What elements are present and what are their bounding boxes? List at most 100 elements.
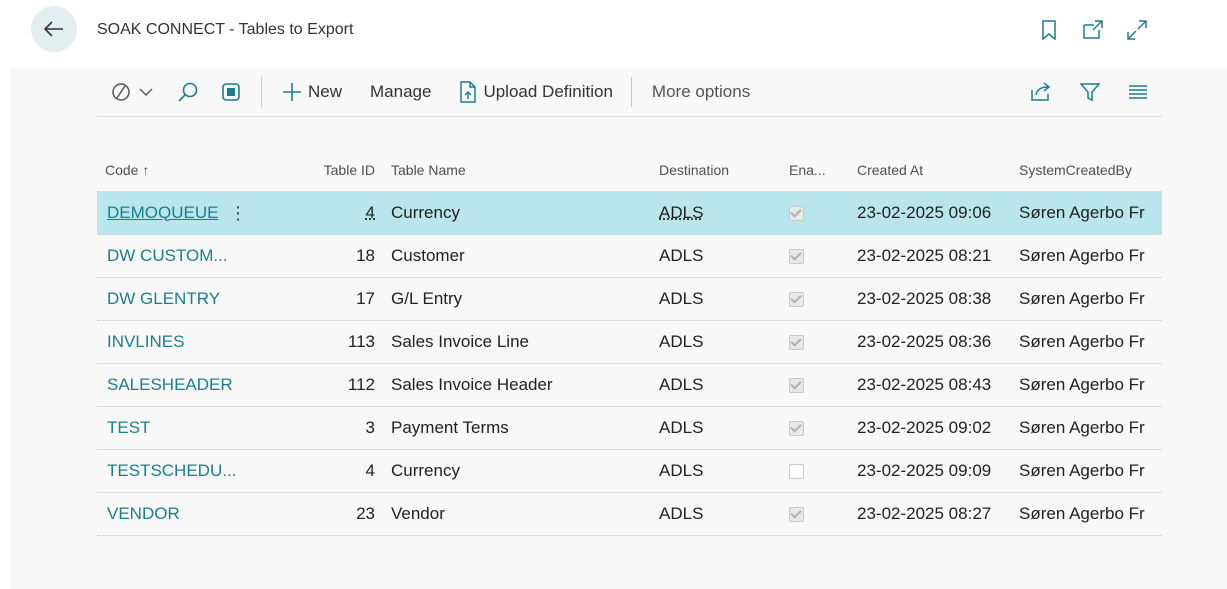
table-name-cell: Sales Invoice Line (383, 320, 651, 364)
created-at-cell: 23-02-2025 09:09 (849, 449, 1011, 493)
new-button[interactable]: New (274, 76, 350, 108)
created-by-cell: Søren Agerbo Fr (1011, 363, 1162, 407)
enabled-checkbox[interactable] (789, 507, 804, 523)
code-link[interactable]: TESTSCHEDU... (107, 461, 236, 480)
column-header-enabled[interactable]: Ena... (781, 148, 849, 192)
code-link[interactable]: SALESHEADER (107, 375, 233, 394)
table-id-value: 112 (347, 375, 375, 394)
page-title: SOAK CONNECT - Tables to Export (97, 21, 354, 38)
table-id-cell: 4 (269, 449, 383, 493)
enabled-cell (781, 449, 849, 493)
toolbar-right (1026, 76, 1162, 108)
table-header-row: Code ↑ Table ID Table Name Destination E… (97, 148, 1162, 192)
table-row[interactable]: VENDOR 23 Vendor ADLS 23-02-2025 08:27 Søren … (97, 492, 1162, 536)
enabled-cell (781, 320, 849, 364)
table-row[interactable]: DW GLENTRY 17 G/L Entry ADLS 23-02-2025 08:3… (97, 277, 1162, 321)
enabled-cell (781, 277, 849, 321)
enabled-checkbox[interactable] (789, 249, 804, 265)
list-view-button[interactable] (1124, 76, 1152, 108)
views-icon (112, 83, 130, 101)
table-id-value: 4 (365, 203, 375, 222)
table-row[interactable]: DEMOQUEUE ⋮ 4 Currency ADLS 23-02-2025 09:06 S… (97, 191, 1162, 235)
destination-cell: ADLS (651, 492, 781, 536)
destination-cell: ADLS (651, 234, 781, 278)
code-cell[interactable]: VENDOR (97, 492, 269, 536)
created-by-cell: Søren Agerbo Fr (1011, 277, 1162, 321)
upload-file-icon (460, 81, 477, 103)
table-row[interactable]: INVLINES 113 Sales Invoice Line ADLS 23-02-2… (97, 320, 1162, 364)
code-cell[interactable]: TESTSCHEDU... (97, 449, 269, 493)
code-link[interactable]: TEST (107, 418, 150, 437)
edit-list-icon (222, 83, 240, 101)
search-button[interactable] (169, 76, 207, 108)
destination-cell: ADLS (651, 277, 781, 321)
code-cell[interactable]: DW GLENTRY (97, 277, 269, 321)
code-link[interactable]: INVLINES (107, 332, 184, 351)
code-cell[interactable]: SALESHEADER (97, 363, 269, 407)
enabled-cell (781, 363, 849, 407)
enabled-checkbox[interactable] (789, 292, 804, 308)
upload-definition-button[interactable]: Upload Definition (451, 76, 620, 108)
bookmark-icon[interactable] (1037, 18, 1061, 42)
created-by-cell: Søren Agerbo Fr (1011, 449, 1162, 493)
column-header-table-name[interactable]: Table Name (383, 148, 651, 192)
enabled-checkbox[interactable] (789, 421, 804, 437)
code-cell[interactable]: INVLINES (97, 320, 269, 364)
table-id-cell: 112 (269, 363, 383, 407)
enabled-checkbox[interactable] (789, 206, 804, 222)
arrow-left-icon (43, 21, 63, 37)
table-id-value: 113 (347, 332, 375, 351)
back-button[interactable] (31, 6, 77, 52)
toolbar-separator (261, 77, 262, 107)
destination-value: ADLS (659, 375, 704, 394)
code-link[interactable]: DEMOQUEUE (107, 203, 218, 222)
share-button[interactable] (1026, 76, 1056, 108)
more-options-button[interactable]: More options (644, 76, 758, 108)
code-link[interactable]: DW CUSTOM... (107, 246, 228, 265)
list-icon (1129, 85, 1147, 99)
column-header-code[interactable]: Code ↑ (97, 148, 269, 192)
enabled-checkbox[interactable] (789, 464, 804, 480)
new-label: New (308, 82, 343, 101)
manage-button[interactable]: Manage (362, 76, 439, 108)
table-row[interactable]: DW CUSTOM... 18 Customer ADLS 23-02-2025 08:… (97, 234, 1162, 278)
enabled-cell (781, 406, 849, 450)
table-row[interactable]: SALESHEADER 112 Sales Invoice Header ADLS 23… (97, 363, 1162, 407)
table-row[interactable]: TEST 3 Payment Terms ADLS 23-02-2025 09:02 Sø… (97, 406, 1162, 450)
table-id-cell: 113 (269, 320, 383, 364)
chevron-down-icon (139, 88, 153, 96)
expand-icon[interactable] (1125, 18, 1149, 42)
table-id-cell: 23 (269, 492, 383, 536)
created-by-cell: Søren Agerbo Fr (1011, 320, 1162, 364)
enabled-checkbox[interactable] (789, 378, 804, 394)
created-at-cell: 23-02-2025 08:21 (849, 234, 1011, 278)
edit-list-button[interactable] (213, 76, 249, 108)
created-by-cell: Søren Agerbo Fr (1011, 406, 1162, 450)
filter-icon (1080, 83, 1100, 102)
table-name-cell: Customer (383, 234, 651, 278)
row-menu-icon[interactable]: ⋮ (229, 203, 247, 224)
views-dropdown[interactable] (97, 76, 161, 108)
code-cell[interactable]: DEMOQUEUE ⋮ (97, 191, 269, 235)
column-header-table-id[interactable]: Table ID (269, 148, 383, 192)
column-header-created-by[interactable]: SystemCreatedBy (1011, 148, 1162, 192)
code-link[interactable]: DW GLENTRY (107, 289, 220, 308)
destination-value: ADLS (659, 504, 704, 523)
column-header-destination[interactable]: Destination (651, 148, 781, 192)
enabled-checkbox[interactable] (789, 335, 804, 351)
created-at-cell: 23-02-2025 08:38 (849, 277, 1011, 321)
destination-value: ADLS (659, 418, 704, 437)
column-header-created-at[interactable]: Created At (849, 148, 1011, 192)
code-cell[interactable]: TEST (97, 406, 269, 450)
table-row[interactable]: TESTSCHEDU... 4 Currency ADLS 23-02-2025 09:… (97, 449, 1162, 493)
destination-value: ADLS (659, 332, 704, 351)
enabled-cell (781, 492, 849, 536)
created-by-cell: Søren Agerbo Fr (1011, 191, 1162, 235)
table-id-cell: 4 (269, 191, 383, 235)
code-link[interactable]: VENDOR (107, 504, 180, 523)
filter-button[interactable] (1076, 76, 1104, 108)
code-cell[interactable]: DW CUSTOM... (97, 234, 269, 278)
table-name-cell: Currency (383, 191, 651, 235)
open-new-window-icon[interactable] (1081, 18, 1105, 42)
table-id-value: 17 (356, 289, 375, 308)
